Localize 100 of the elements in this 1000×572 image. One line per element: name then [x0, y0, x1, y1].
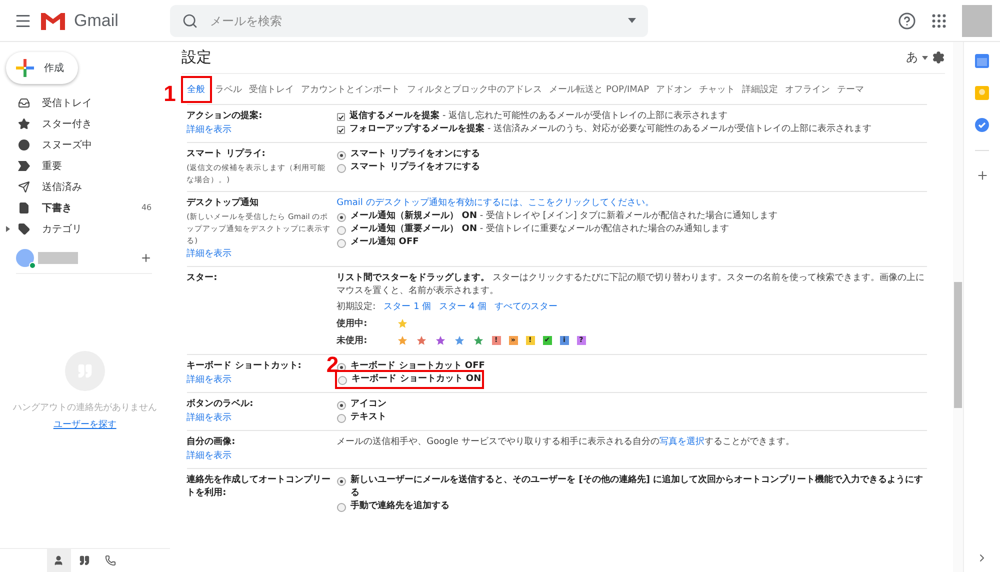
settings-tab[interactable]: アドオン	[652, 78, 696, 100]
star-icon[interactable]	[434, 335, 446, 346]
radio-button[interactable]	[336, 400, 346, 410]
nav-label: スヌーズ中	[42, 138, 93, 152]
caret-icon[interactable]	[628, 18, 636, 23]
hangouts-tab[interactable]	[46, 549, 71, 572]
star-icon[interactable]	[396, 335, 408, 346]
caret-icon[interactable]	[922, 56, 928, 60]
details-link[interactable]: 詳細を表示	[186, 248, 232, 261]
setting-label: 連絡先を作成してオートコンプリートを利用:	[186, 474, 332, 500]
draft-count: 46	[141, 203, 152, 212]
settings-tab[interactable]: ラベル	[212, 78, 246, 100]
settings-tab[interactable]: テーマ	[834, 78, 868, 100]
setting-label: デスクトップ通知	[186, 197, 259, 210]
important-icon	[18, 160, 30, 170]
nav-item[interactable]: スター付き	[0, 113, 170, 134]
expand-icon[interactable]	[6, 226, 10, 232]
find-people-link[interactable]: ユーザーを探す	[53, 418, 116, 431]
stars-label: 使用中:	[336, 317, 368, 330]
scrollbar[interactable]	[953, 42, 964, 572]
user-avatar[interactable]	[16, 249, 34, 267]
radio-button[interactable]	[338, 376, 347, 384]
preset-link[interactable]: すべてのスター	[494, 301, 558, 314]
nav-icon	[18, 138, 30, 150]
nav-label: 送信済み	[42, 180, 83, 194]
radio-button[interactable]	[336, 414, 346, 422]
star-icon[interactable]	[454, 335, 465, 346]
preset-link[interactable]: スター 1 個	[384, 301, 432, 314]
mail-logo-icon	[40, 10, 66, 30]
settings-tab[interactable]: 受信トレイ	[246, 78, 298, 100]
nav-icon	[18, 96, 30, 108]
step-number: 1	[164, 82, 176, 104]
radio-button[interactable]	[336, 150, 346, 160]
nav-label: 重要	[42, 160, 63, 172]
option-label: 新しいユーザーにメールを送信すると、そのユーザーを [その他の連絡先] に追加して次回からオートコンプリート機能で入力できるようにする	[350, 474, 924, 500]
nav-icon	[18, 222, 30, 234]
radio-button[interactable]	[336, 476, 346, 486]
radio-button[interactable]	[336, 164, 346, 172]
star-icon[interactable]	[396, 318, 408, 329]
nav-label: 下書き	[42, 202, 73, 214]
setting-label: スター:	[186, 272, 218, 285]
settings-icon[interactable]	[932, 51, 946, 64]
settings-tab[interactable]: 詳細設定	[738, 78, 782, 100]
compose-button[interactable]: 作成	[6, 52, 78, 84]
add-icon[interactable]	[140, 252, 152, 264]
nav-icon	[18, 180, 30, 192]
settings-tab[interactable]: 全般	[184, 78, 209, 100]
search-icon[interactable]	[182, 12, 198, 28]
option-label: メール通知（新規メール） ON - 受信トレイや [メイン] タブに新着メールが配信された場合に通知します	[350, 210, 778, 223]
settings-tab[interactable]: メール転送と POP/IMAP	[546, 78, 652, 100]
setting-label: 自分の画像:	[186, 436, 236, 449]
option-label: アイコン	[350, 398, 387, 411]
add-icon[interactable]	[976, 169, 989, 182]
option-label: 返信するメールを提案 - 返信し忘れた可能性のあるメールが受信トレイの上部に表示されます	[350, 110, 728, 123]
star-icon[interactable]	[472, 335, 484, 346]
nav-item[interactable]: 下書き 46	[0, 197, 170, 218]
help-icon[interactable]	[898, 12, 916, 30]
nav-item[interactable]: スヌーズ中	[0, 134, 170, 155]
tasks-icon[interactable]	[975, 118, 990, 132]
radio-button[interactable]	[336, 238, 346, 248]
settings-tab[interactable]: チャット	[696, 78, 738, 100]
setting-label: アクションの提案:	[186, 110, 262, 123]
preset-link[interactable]: スター 4 個	[439, 301, 487, 314]
calendar-icon[interactable]	[975, 54, 990, 68]
radio-button[interactable]	[336, 212, 346, 222]
checkbox[interactable]	[336, 113, 345, 121]
radio-button[interactable]	[336, 226, 346, 234]
quote-bubble-icon	[79, 555, 90, 566]
presets-label: 初期設定:	[336, 301, 376, 314]
nav-item[interactable]: 送信済み	[0, 176, 170, 197]
nav-item[interactable]: カテゴリ	[0, 218, 170, 239]
option-label: スマート リプライをオンにする	[350, 148, 480, 161]
nav-label: スター付き	[42, 118, 93, 130]
apps-icon[interactable]	[930, 12, 948, 30]
person-icon	[53, 555, 64, 566]
setting-label: スマート リプライ:	[186, 148, 266, 161]
star-icon[interactable]	[416, 335, 427, 346]
input-tool[interactable]: あ	[906, 49, 918, 66]
search-field[interactable]: メールを検索	[170, 4, 648, 36]
settings-tab[interactable]: アカウントとインポート	[298, 78, 404, 100]
search-input[interactable]: メールを検索	[208, 12, 618, 28]
settings-tab[interactable]: フィルタとブロック中のアドレス	[404, 78, 546, 100]
checkbox[interactable]	[336, 126, 345, 134]
enable-notifications-link[interactable]: Gmail のデスクトップ通知を有効にするには、ここをクリックしてください。	[336, 197, 654, 210]
stars-label: 未使用:	[336, 334, 368, 347]
settings-tab[interactable]: オフライン	[782, 78, 834, 100]
option-label: 手動で連絡先を追加する	[350, 500, 450, 513]
details-link[interactable]: 詳細を表示	[186, 412, 232, 425]
nav-item[interactable]: 重要	[0, 155, 170, 176]
details-link[interactable]: 詳細を表示	[186, 374, 232, 387]
details-link[interactable]: 詳細を表示	[186, 124, 232, 137]
page-title: 設定	[182, 48, 213, 67]
details-link[interactable]: 詳細を表示	[186, 450, 232, 463]
option-label: フォローアップするメールを提案 - 送信済みメールのうち、対応が必要な可能性のあるメールが受信トレイの上部に表示されます	[350, 123, 872, 136]
choose-photo-link[interactable]: 写真を選択	[659, 437, 704, 447]
option-label: キーボード ショートカット OFF	[350, 360, 485, 373]
setting-label: キーボード ショートカット:	[186, 360, 302, 373]
radio-button[interactable]	[336, 502, 346, 512]
option-label: キーボード ショートカット ON	[352, 373, 482, 386]
nav-icon	[18, 202, 30, 214]
